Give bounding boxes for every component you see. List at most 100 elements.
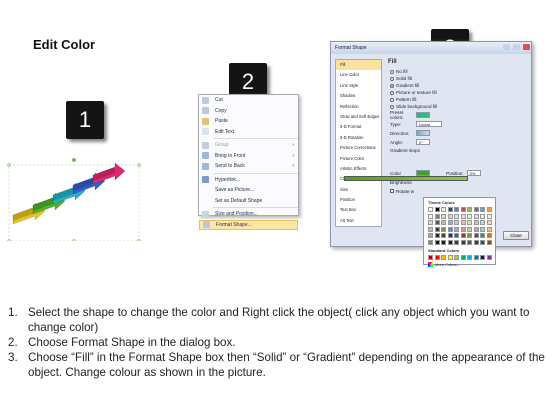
resize-handle[interactable] — [137, 163, 141, 167]
color-swatch[interactable] — [447, 233, 453, 238]
color-swatch[interactable] — [434, 213, 440, 219]
category-3-d-format[interactable]: 3-D Format — [336, 122, 381, 132]
menu-item-send-to-back[interactable]: Send to Back › — [199, 161, 298, 172]
color-swatch[interactable] — [486, 233, 492, 238]
color-swatch[interactable] — [480, 239, 485, 245]
color-swatch[interactable] — [480, 220, 485, 225]
help-button[interactable] — [503, 44, 510, 50]
color-swatch[interactable] — [467, 233, 472, 238]
category-position[interactable]: Position — [336, 195, 381, 205]
menu-item-set-as-default-shape[interactable]: Set as Default Shape — [199, 196, 298, 207]
color-swatch[interactable] — [428, 207, 433, 212]
color-swatch[interactable] — [486, 207, 492, 212]
color-swatch[interactable] — [454, 213, 459, 219]
category-line-color[interactable]: Line Color — [336, 70, 381, 80]
menu-item-bring-to-front[interactable]: Bring to Front › — [199, 151, 298, 162]
type-dropdown[interactable]: Linear — [416, 121, 442, 127]
color-swatch[interactable] — [473, 220, 479, 225]
color-swatch[interactable] — [428, 239, 433, 245]
menu-item-hyperlink[interactable]: Hyperlink... — [199, 175, 298, 186]
color-swatch[interactable] — [434, 226, 440, 232]
color-swatch[interactable] — [467, 207, 472, 212]
resize-handle[interactable] — [7, 163, 11, 167]
color-swatch[interactable] — [441, 220, 446, 225]
color-swatch[interactable] — [441, 226, 446, 232]
angle-input[interactable]: 0° — [416, 139, 430, 145]
color-swatch[interactable] — [480, 213, 485, 219]
menu-item-size-and-position[interactable]: Size and Position... — [199, 209, 298, 220]
color-swatch[interactable] — [460, 207, 466, 212]
category-text-box[interactable]: Text Box — [336, 205, 381, 215]
color-swatch[interactable] — [454, 239, 459, 245]
category-3-d-rotation[interactable]: 3-D Rotation — [336, 133, 381, 143]
category-shadow[interactable]: Shadow — [336, 91, 381, 101]
preset-colors-dropdown[interactable] — [416, 112, 430, 118]
color-swatch[interactable] — [454, 254, 459, 260]
minimize-button[interactable] — [513, 44, 520, 50]
color-swatch[interactable] — [467, 254, 472, 260]
color-swatch[interactable] — [480, 207, 485, 212]
color-swatch[interactable] — [467, 220, 472, 225]
color-swatch[interactable] — [447, 254, 453, 260]
color-swatch[interactable] — [480, 254, 485, 260]
menu-item-paste[interactable]: Paste — [199, 116, 298, 127]
color-swatch[interactable] — [460, 220, 466, 225]
color-swatch[interactable] — [486, 220, 492, 225]
color-swatch[interactable] — [428, 254, 433, 260]
color-swatch[interactable] — [454, 233, 459, 238]
resize-handle[interactable] — [137, 239, 141, 241]
color-swatch[interactable] — [441, 233, 446, 238]
color-swatch[interactable] — [486, 226, 492, 232]
color-swatch[interactable] — [460, 213, 466, 219]
resize-handle[interactable] — [72, 239, 76, 241]
color-swatch[interactable] — [454, 226, 459, 232]
color-swatch[interactable] — [460, 254, 466, 260]
color-swatch[interactable] — [447, 207, 453, 212]
color-swatch[interactable] — [441, 207, 446, 212]
category-picture-corrections[interactable]: Picture Corrections — [336, 143, 381, 153]
color-swatch[interactable] — [486, 239, 492, 245]
close-button[interactable]: Close — [503, 231, 529, 240]
menu-item-save-as-picture[interactable]: Save as Picture... — [199, 185, 298, 196]
color-swatch[interactable] — [441, 239, 446, 245]
direction-dropdown[interactable] — [416, 130, 430, 136]
color-swatch[interactable] — [434, 239, 440, 245]
color-swatch[interactable] — [454, 207, 459, 212]
color-swatch[interactable] — [441, 254, 446, 260]
menu-item-group[interactable]: Group › — [199, 140, 298, 151]
more-colors-item[interactable]: More Colors... — [424, 260, 495, 267]
color-swatch[interactable] — [480, 233, 485, 238]
color-swatch[interactable] — [434, 207, 440, 212]
color-swatch[interactable] — [480, 226, 485, 232]
color-swatch[interactable] — [467, 239, 472, 245]
menu-item-edit-text[interactable]: Edit Text — [199, 127, 298, 138]
color-swatch[interactable] — [447, 239, 453, 245]
color-swatch[interactable] — [473, 213, 479, 219]
color-swatch[interactable] — [447, 220, 453, 225]
menu-item-format-shape[interactable]: Format Shape... — [199, 219, 298, 230]
color-swatch[interactable] — [447, 213, 453, 219]
fill-option-picture-or-texture-fill[interactable]: Picture or texture fill — [386, 89, 528, 96]
menu-item-cut[interactable]: Cut — [199, 95, 298, 106]
color-swatch[interactable] — [428, 226, 433, 232]
color-swatch[interactable] — [434, 233, 440, 238]
color-swatch[interactable] — [428, 220, 433, 225]
category-picture-color[interactable]: Picture Color — [336, 154, 381, 164]
rotate-checkbox[interactable] — [390, 189, 394, 193]
color-swatch[interactable] — [467, 226, 472, 232]
category-size[interactable]: Size — [336, 185, 381, 195]
category-reflection[interactable]: Reflection — [336, 102, 381, 112]
color-swatch[interactable] — [473, 226, 479, 232]
color-swatch[interactable] — [460, 233, 466, 238]
color-swatch[interactable] — [473, 254, 479, 260]
fill-option-pattern-fill[interactable]: Pattern fill — [386, 96, 528, 103]
color-swatch[interactable] — [486, 254, 492, 260]
color-swatch[interactable] — [460, 239, 466, 245]
color-swatch[interactable] — [434, 220, 440, 225]
category-line-style[interactable]: Line Style — [336, 81, 381, 91]
color-swatch[interactable] — [460, 226, 466, 232]
color-swatch[interactable] — [467, 213, 472, 219]
color-swatch[interactable] — [447, 226, 453, 232]
color-swatch[interactable] — [486, 213, 492, 219]
fill-option-solid-fill[interactable]: Solid fill — [386, 75, 528, 82]
